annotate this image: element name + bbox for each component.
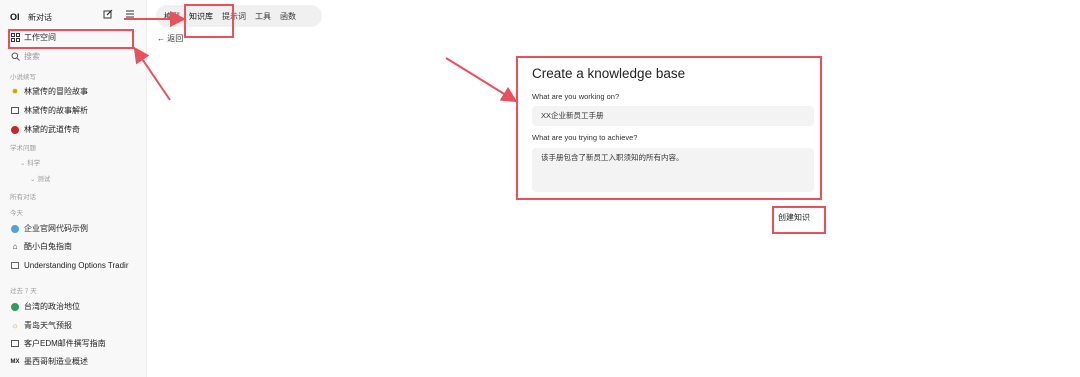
- list-item[interactable]: Understanding Options Tradir: [10, 260, 129, 270]
- sidebar: OI 新对话 工作空间 搜索 小说续写 ✸ 林黛传的冒险故事 林黛传的故事解析 …: [0, 0, 147, 377]
- tab-functions[interactable]: 函数: [280, 11, 296, 22]
- list-item[interactable]: 台湾的政治地位: [10, 301, 80, 312]
- sun-icon: ☼: [11, 321, 19, 330]
- annotation-box-create-button: [772, 206, 826, 234]
- list-item-label: 客户EDM邮件撰写指南: [24, 339, 106, 348]
- folder-science[interactable]: ⌄ 科学: [20, 157, 40, 167]
- annotation-box-knowledge-tab: [184, 4, 234, 38]
- list-item-label: 墨西哥制造业概述: [24, 357, 88, 366]
- list-item-label: 台湾的政治地位: [24, 302, 80, 311]
- section-study[interactable]: 学术问题: [10, 142, 36, 152]
- green-circle-icon: [10, 302, 20, 312]
- back-link[interactable]: ← 返回: [157, 33, 183, 44]
- list-item-label: 企业官网代码示例: [24, 224, 88, 233]
- list-item-label: 林黛传的故事解析: [24, 106, 88, 115]
- list-item[interactable]: MX 墨西哥制造业概述: [10, 356, 89, 367]
- list-item[interactable]: 林黛的武道传奇: [10, 124, 80, 135]
- red-badge-icon: [10, 125, 20, 135]
- globe-icon: [10, 224, 20, 234]
- list-item[interactable]: 客户EDM邮件撰写指南: [10, 338, 106, 349]
- list-item[interactable]: 企业官网代码示例: [10, 223, 88, 234]
- folder-label: 测试: [37, 176, 51, 183]
- tab-tools[interactable]: 工具: [255, 11, 271, 22]
- star-emoji-icon: ✸: [11, 87, 19, 96]
- list-item-label: 林黛的武道传奇: [24, 125, 80, 134]
- search-icon: [10, 52, 20, 62]
- window-icon: [10, 106, 20, 116]
- chart-icon: [10, 260, 20, 270]
- list-item-label: 酷小白兔指南: [24, 242, 72, 251]
- arrow-to-form: [445, 57, 518, 103]
- workspace-tabs: 模型 知识库 提示词 工具 函数: [156, 5, 322, 27]
- annotation-box-workspace: [8, 29, 134, 49]
- list-item[interactable]: ⌂ 酷小白兔指南: [10, 241, 72, 252]
- compose-icon[interactable]: [103, 9, 113, 22]
- folder-test[interactable]: ⌄ 测试: [30, 173, 50, 183]
- house-icon: ⌂: [12, 242, 18, 251]
- section-past7: 过去 7 天: [10, 288, 37, 295]
- section-novel[interactable]: 小说续写: [10, 71, 36, 81]
- section-today: 今天: [10, 210, 23, 217]
- menu-icon[interactable]: [125, 9, 135, 22]
- window-icon: [10, 339, 20, 349]
- list-item-label: Understanding Options Tradir: [24, 260, 129, 270]
- arrow-left-icon: ←: [157, 34, 165, 43]
- search-label: 搜索: [24, 52, 40, 61]
- mx-flag-icon: MX: [10, 358, 20, 365]
- list-item-label: 林黛传的冒险故事: [24, 87, 88, 96]
- list-item[interactable]: 林黛传的故事解析: [10, 105, 88, 116]
- section-all[interactable]: 所有对话: [10, 191, 36, 201]
- list-item-label: 青岛天气预报: [24, 321, 72, 330]
- app-logo: OI: [10, 12, 20, 22]
- sidebar-search[interactable]: 搜索: [10, 51, 40, 62]
- new-chat-button[interactable]: 新对话: [28, 12, 52, 23]
- back-label: 返回: [167, 34, 184, 43]
- annotation-box-form: [516, 56, 822, 200]
- folder-label: 科学: [27, 160, 41, 167]
- list-item[interactable]: ☼ 青岛天气预报: [10, 320, 72, 331]
- list-item[interactable]: ✸ 林黛传的冒险故事: [10, 86, 88, 97]
- sidebar-header: OI 新对话: [10, 8, 140, 26]
- tab-models[interactable]: 模型: [164, 11, 180, 22]
